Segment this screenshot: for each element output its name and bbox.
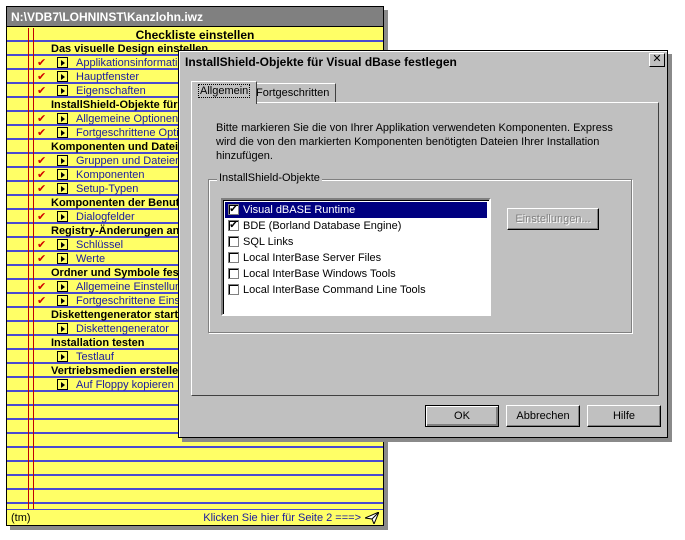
tab-fortgeschritten[interactable]: Fortgeschritten — [249, 83, 337, 103]
checklist-link[interactable]: Eigenschaften — [76, 84, 146, 98]
checklist-link[interactable]: Hauptfenster — [76, 70, 139, 84]
component-list-item[interactable]: Local InterBase Windows Tools — [225, 266, 487, 282]
play-arrow-icon[interactable] — [57, 71, 68, 82]
dialog-title: InstallShield-Objekte für Visual dBase f… — [181, 53, 665, 72]
section-title: Installation testen — [51, 337, 145, 349]
trademark-label: (tm) — [11, 512, 31, 524]
checkmark-icon: ✔ — [37, 169, 47, 181]
close-button[interactable]: ✕ — [649, 53, 665, 67]
component-list-item[interactable]: ✔ Visual dBASE Runtime — [225, 202, 487, 218]
tab-allgemein-label: Allgemein — [198, 84, 251, 98]
play-arrow-icon[interactable] — [57, 239, 68, 250]
checkmark-icon: ✔ — [37, 211, 47, 223]
checkmark-icon: ✔ — [37, 85, 47, 97]
play-arrow-icon[interactable] — [57, 57, 68, 68]
component-list-item[interactable]: ✔ BDE (Borland Database Engine) — [225, 218, 487, 234]
play-arrow-icon[interactable] — [57, 211, 68, 222]
close-icon: ✕ — [652, 53, 662, 65]
checklist-footer: (tm) Klicken Sie hier für Seite 2 ===> — [7, 509, 383, 525]
checklist-link[interactable]: Dialogfelder — [76, 210, 135, 224]
checkmark-icon: ✔ — [37, 253, 47, 265]
checkbox-unchecked-icon[interactable] — [228, 236, 239, 247]
checklist-link[interactable]: Werte — [76, 252, 105, 266]
checklist-link[interactable]: Allgemeine Optionen — [76, 112, 178, 126]
checkmark-icon: ✔ — [37, 155, 47, 167]
section-title: Vertriebsmedien erstellen — [51, 365, 185, 377]
checklist-link[interactable]: Schlüssel — [76, 238, 123, 252]
play-arrow-icon[interactable] — [57, 379, 68, 390]
checklist-link[interactable]: Auf Floppy kopieren — [76, 378, 174, 392]
description-text: Bitte markieren Sie die von Ihrer Applik… — [216, 122, 613, 162]
cancel-button[interactable]: Abbrechen — [506, 405, 580, 427]
checklist-link[interactable]: Applikationsinformation — [76, 56, 190, 70]
paper-plane-icon[interactable] — [365, 512, 379, 524]
checklist-link[interactable]: Gruppen und Dateien — [76, 154, 181, 168]
checkbox-unchecked-icon[interactable] — [228, 284, 239, 295]
play-arrow-icon[interactable] — [57, 253, 68, 264]
settings-button: Einstellungen... — [507, 208, 599, 230]
play-arrow-icon[interactable] — [57, 113, 68, 124]
checklist-link[interactable]: Diskettengenerator — [76, 322, 169, 336]
checkmark-icon: ✔ — [37, 295, 47, 307]
component-label: Visual dBASE Runtime — [243, 204, 356, 216]
tab-allgemein[interactable]: Allgemein — [191, 81, 258, 104]
tab-panel-allgemein: Bitte markieren Sie die von Ihrer Applik… — [191, 102, 659, 396]
components-listbox[interactable]: ✔ Visual dBASE Runtime ✔ BDE (Borland Datab… — [221, 198, 491, 316]
checkmark-icon: ✔ — [37, 71, 47, 83]
component-label: SQL Links — [243, 236, 294, 248]
checkbox-unchecked-icon[interactable] — [228, 252, 239, 263]
installshield-objects-group: InstallShield-Objekte ✔ Visual dBASE Runt… — [208, 172, 632, 333]
checkmark-icon: ✔ — [37, 183, 47, 195]
component-label: Local InterBase Server Files — [243, 252, 382, 264]
ok-button[interactable]: OK — [425, 405, 499, 427]
checklist-link[interactable]: Testlauf — [76, 350, 114, 364]
checkmark-icon: ✔ — [37, 239, 47, 251]
play-arrow-icon[interactable] — [57, 85, 68, 96]
checkmark-icon: ✔ — [37, 113, 47, 125]
component-list-item[interactable]: SQL Links — [225, 234, 487, 250]
checkmark-icon: ✔ — [37, 57, 47, 69]
component-list-item[interactable]: Local InterBase Server Files — [225, 250, 487, 266]
checkmark-icon: ✔ — [37, 281, 47, 293]
play-arrow-icon[interactable] — [57, 127, 68, 138]
checklist-title: N:\VDB7\LOHNINST\Kanzlohn.iwz — [7, 7, 383, 27]
group-label: InstallShield-Objekte — [217, 172, 322, 184]
component-list-item[interactable]: Local InterBase Command Line Tools — [225, 282, 487, 298]
play-arrow-icon[interactable] — [57, 295, 68, 306]
checklist-link[interactable]: Setup-Typen — [76, 182, 138, 196]
checkmark-icon: ✔ — [37, 127, 47, 139]
checklist-heading: Checkliste einstellen — [135, 28, 255, 42]
component-label: Local InterBase Windows Tools — [243, 268, 396, 280]
play-arrow-icon[interactable] — [57, 155, 68, 166]
tab-fortgeschritten-label: Fortgeschritten — [256, 87, 330, 99]
play-arrow-icon[interactable] — [57, 169, 68, 180]
play-arrow-icon[interactable] — [57, 183, 68, 194]
installshield-dialog: InstallShield-Objekte für Visual dBase f… — [178, 50, 668, 438]
play-arrow-icon[interactable] — [57, 281, 68, 292]
section-title: Diskettengenerator starten — [51, 309, 191, 321]
component-label: BDE (Borland Database Engine) — [243, 220, 402, 232]
checkbox-checked-icon[interactable]: ✔ — [228, 220, 239, 231]
play-arrow-icon[interactable] — [57, 323, 68, 334]
next-page-link[interactable]: Klicken Sie hier für Seite 2 ===> — [203, 510, 361, 525]
checkbox-unchecked-icon[interactable] — [228, 268, 239, 279]
checkbox-checked-icon[interactable]: ✔ — [228, 204, 239, 215]
component-label: Local InterBase Command Line Tools — [243, 284, 426, 296]
help-button[interactable]: Hilfe — [587, 405, 661, 427]
checklist-link[interactable]: Komponenten — [76, 168, 145, 182]
play-arrow-icon[interactable] — [57, 351, 68, 362]
